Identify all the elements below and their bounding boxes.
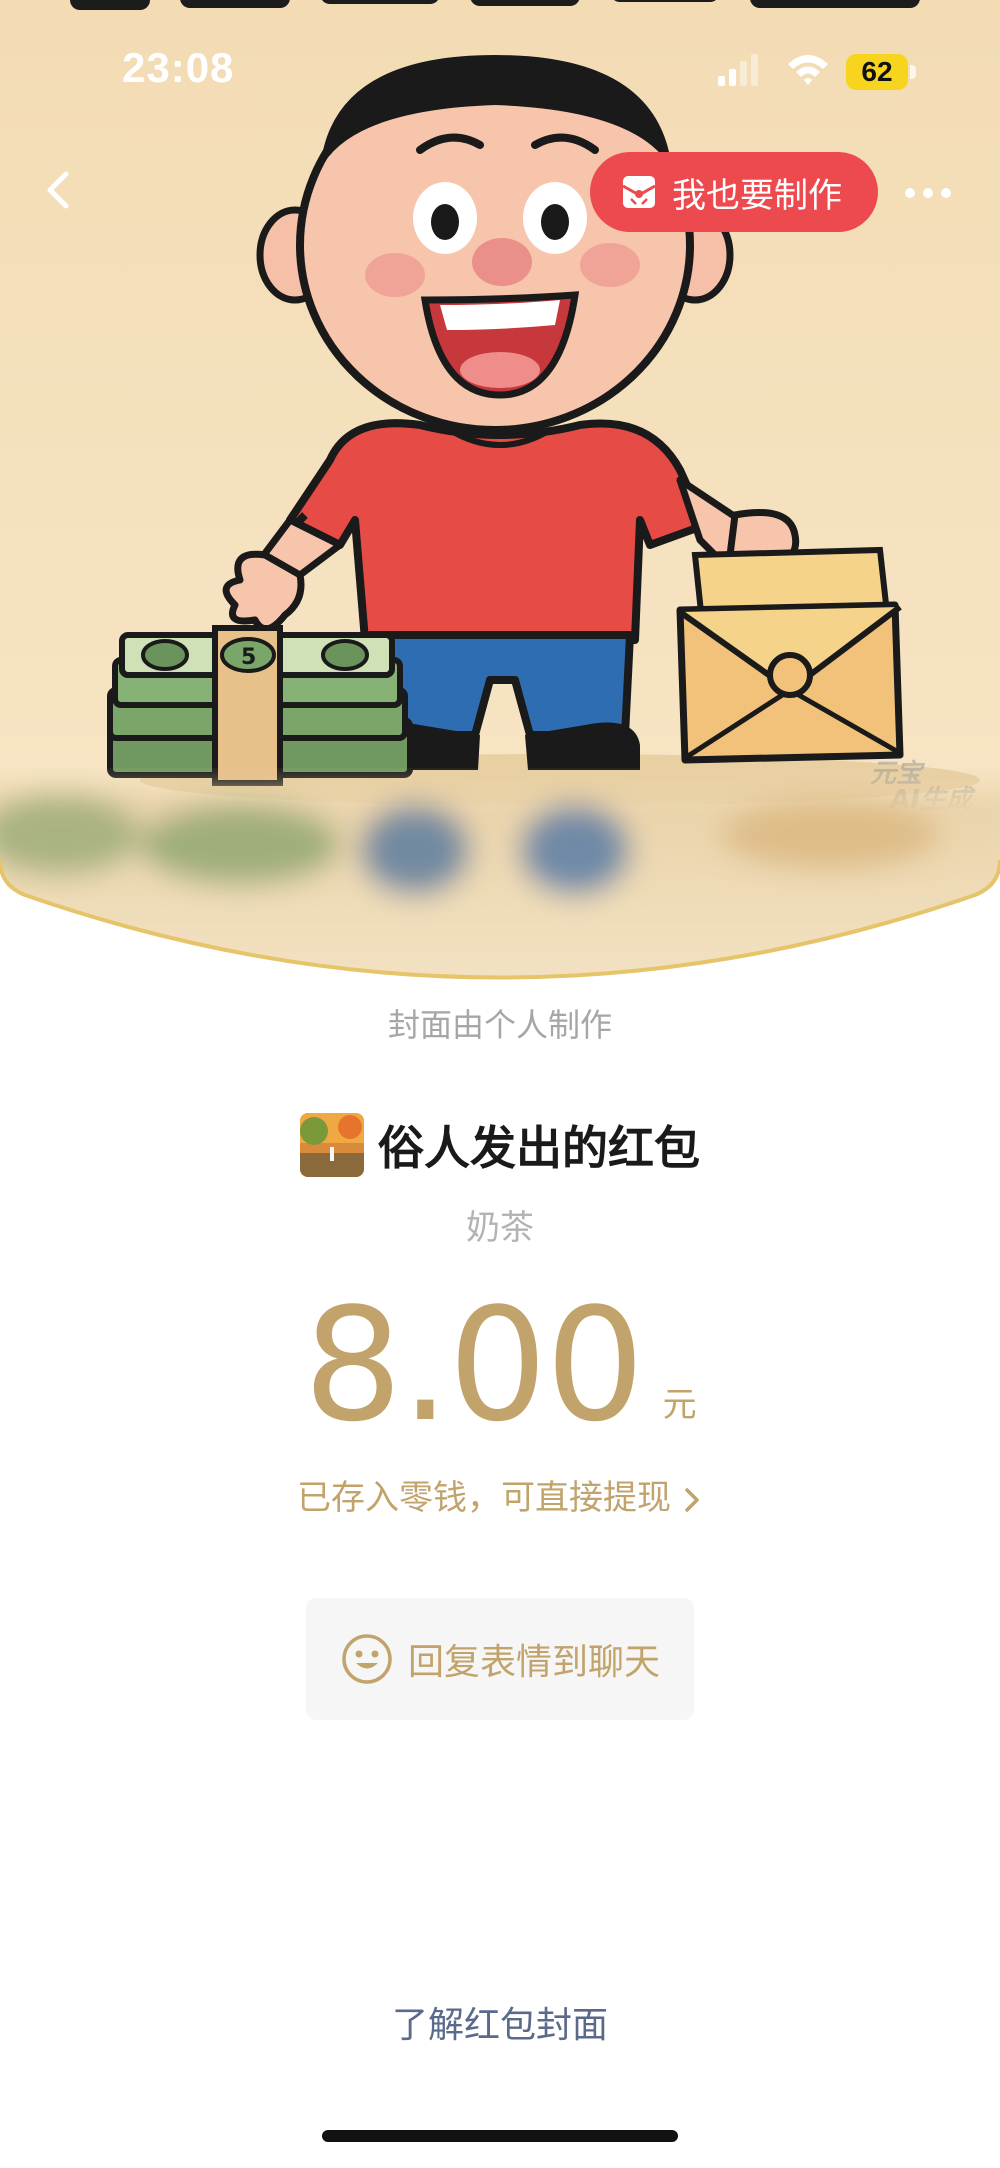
- smile-icon: [342, 1634, 392, 1684]
- envelope-illustration: [676, 546, 904, 764]
- wifi-icon: [788, 55, 828, 85]
- learn-cover-link[interactable]: 了解红包封面: [0, 1996, 1000, 2048]
- reply-sticker-button[interactable]: 回复表情到聊天: [306, 1598, 694, 1720]
- chevron-left-icon: [47, 171, 69, 209]
- amount-row: 8.00 元: [0, 1274, 1000, 1456]
- more-options-button[interactable]: [898, 168, 958, 218]
- battery-tip: [910, 65, 916, 79]
- status-bar: 23:08 62: [0, 0, 1000, 150]
- wallet-withdraw-link[interactable]: 已存入零钱，可直接提现: [0, 1470, 1000, 1519]
- sender-avatar[interactable]: [300, 1113, 364, 1177]
- status-time: 23:08: [122, 44, 235, 91]
- make-cover-button[interactable]: 我也要制作: [590, 152, 878, 232]
- cover-note: 封面由个人制作: [387, 1006, 612, 1044]
- home-indicator[interactable]: [322, 2130, 678, 2142]
- cellular-signal-icon: [718, 54, 758, 86]
- sender-title: 俗人发出的红包: [378, 1121, 700, 1175]
- wallet-link-label: 已存入零钱，可直接提现: [297, 1478, 671, 1518]
- blessing-message: 奶茶: [466, 1208, 534, 1248]
- banknote-mark: 5: [241, 645, 256, 670]
- sender-row: 俗人发出的红包: [0, 1112, 1000, 1178]
- chevron-right-icon: [685, 1487, 699, 1512]
- amount-unit: 元: [662, 1385, 697, 1425]
- battery-level: 62: [846, 54, 908, 90]
- avatar-image: [300, 1113, 364, 1177]
- reply-sticker-label: 回复表情到聊天: [407, 1642, 660, 1683]
- cash-stack-illustration: 5: [107, 625, 413, 786]
- back-button[interactable]: [30, 160, 90, 220]
- battery-indicator: 62: [846, 54, 916, 90]
- amount-value: 8.00: [303, 1274, 644, 1456]
- cover-blur-band: [0, 790, 1000, 978]
- more-dots-icon: [905, 188, 951, 198]
- red-packet-icon: [622, 176, 656, 208]
- make-cover-label: 我也要制作: [672, 175, 842, 216]
